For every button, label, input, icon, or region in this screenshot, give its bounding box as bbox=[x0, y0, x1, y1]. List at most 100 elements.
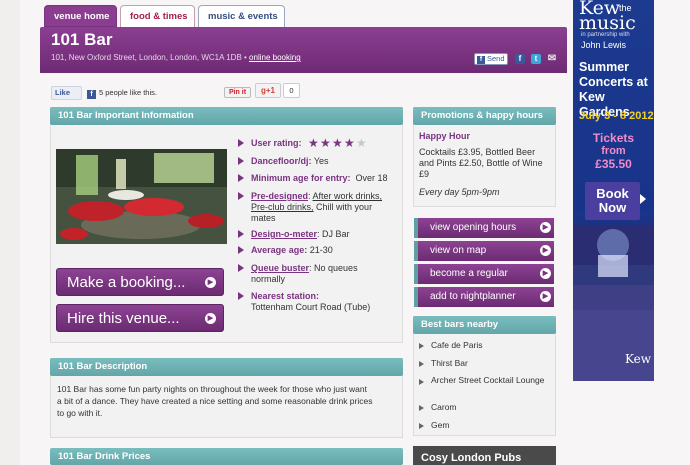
online-booking-link[interactable]: online booking bbox=[249, 53, 301, 62]
ad-line: Summer bbox=[579, 60, 630, 74]
queue-buster-tail: normally bbox=[251, 274, 286, 284]
ad-line: Concerts at bbox=[579, 75, 648, 89]
star-icon: ★ bbox=[344, 136, 355, 150]
address-text: 101, New Oxford Street, London, London, … bbox=[51, 53, 247, 62]
dancefloor-label: Dancefloor/dj: bbox=[251, 156, 312, 166]
hire-venue-label: Hire this venue... bbox=[67, 310, 180, 327]
facebook-share-icon[interactable]: f bbox=[515, 54, 525, 64]
gplus-label: +1 bbox=[265, 86, 275, 95]
promo-note: Every day 5pm-9pm bbox=[419, 187, 500, 197]
ad-partner: in partnership with bbox=[581, 32, 630, 38]
description-heading: 101 Bar Description bbox=[50, 358, 403, 376]
bullet-arrow-icon bbox=[238, 246, 244, 254]
design-o-meter-link[interactable]: Design-o-meter bbox=[251, 229, 317, 239]
venue-photo-graphic bbox=[56, 149, 227, 244]
left-rail bbox=[0, 0, 20, 465]
ad-brand-music: music bbox=[579, 12, 636, 34]
facebook-icon: f bbox=[477, 56, 485, 64]
info-heading: 101 Bar Important Information bbox=[50, 107, 403, 125]
tab-food-times[interactable]: food & times bbox=[120, 5, 195, 27]
promo-line: Cocktails £3.95, Bottled Beer bbox=[419, 147, 536, 157]
nightplanner-label: add to nightplanner bbox=[430, 291, 516, 302]
bullet-arrow-icon bbox=[238, 174, 244, 182]
dancefloor-value: Yes bbox=[313, 156, 329, 166]
bullet-arrow-icon bbox=[238, 192, 244, 200]
ad-now-label: Now bbox=[598, 200, 627, 215]
add-to-nightplanner-button[interactable]: add to nightplanner bbox=[414, 287, 554, 307]
cosy-pubs-banner[interactable]: Cosy London Pubs bbox=[413, 446, 556, 465]
description-line: a bit of a dance. They have created a ni… bbox=[57, 396, 373, 406]
design-o-meter-value: DJ Bar bbox=[322, 229, 350, 239]
make-booking-label: Make a booking... bbox=[67, 274, 186, 291]
nearby-item[interactable]: Archer Street Cocktail Lounge bbox=[431, 375, 546, 386]
email-share-icon[interactable]: ✉ bbox=[547, 54, 557, 64]
become-regular-button[interactable]: become a regular bbox=[414, 264, 554, 284]
cosy-pubs-label: Cosy London Pubs bbox=[421, 452, 522, 464]
average-age-value: 21-30 bbox=[309, 245, 333, 255]
pre-designed-row-3: mates bbox=[251, 212, 276, 224]
design-o-meter-row: Design-o-meter: DJ Bar bbox=[251, 229, 350, 239]
promo-line: and Pints £2.50, Bottle of Wine bbox=[419, 158, 543, 168]
dancefloor-row: Dancefloor/dj: Yes bbox=[251, 155, 329, 167]
ad-book-now-button[interactable]: Book Now bbox=[585, 182, 640, 220]
nearby-item[interactable]: Cafe de Paris bbox=[431, 340, 483, 351]
facebook-like-button[interactable]: Like bbox=[51, 86, 82, 100]
station-label: Nearest station: bbox=[251, 291, 320, 301]
view-opening-hours-button[interactable]: view opening hours bbox=[414, 218, 554, 238]
chill-text: Chill with your bbox=[316, 202, 373, 212]
after-work-drinks-link[interactable]: After work drinks, bbox=[313, 191, 383, 201]
star-icon: ★ bbox=[332, 136, 343, 150]
like-label: Like bbox=[55, 88, 71, 97]
view-on-map-button[interactable]: view on map bbox=[414, 241, 554, 261]
pre-designed-link[interactable]: Pre-designed bbox=[251, 191, 308, 201]
min-age-row: Minimum age for entry: Over 18 bbox=[251, 172, 388, 184]
like-count-text: 5 people like this. bbox=[99, 88, 157, 97]
advert-banner[interactable]: Kew the music in partnership with John L… bbox=[573, 0, 654, 381]
average-age-row: Average age: 21-30 bbox=[251, 244, 333, 256]
nearby-item[interactable]: Thirst Bar bbox=[431, 358, 468, 369]
tab-venue-home[interactable]: venue home bbox=[44, 5, 117, 27]
chevron-right-icon: ▶ bbox=[205, 313, 216, 324]
bullet-arrow-icon bbox=[419, 361, 427, 367]
bullet-arrow-icon bbox=[238, 230, 244, 238]
view-map-label: view on map bbox=[430, 245, 487, 256]
chevron-right-icon: ▶ bbox=[205, 277, 216, 288]
chevron-right-icon: ▶ bbox=[540, 291, 551, 302]
venue-title: 101 Bar bbox=[51, 30, 113, 49]
google-plus-count: 0 bbox=[283, 83, 300, 98]
pre-club-drinks-link[interactable]: Pre-club drinks, bbox=[251, 202, 314, 212]
hire-venue-button[interactable]: Hire this venue... bbox=[56, 304, 224, 332]
nearby-item[interactable]: Carom bbox=[431, 402, 457, 413]
facebook-send-button[interactable]: f Send bbox=[474, 53, 508, 65]
min-age-label: Minimum age for entry: bbox=[251, 173, 351, 183]
promotions-heading: Promotions & happy hours bbox=[413, 107, 556, 125]
tab-music-events[interactable]: music & events bbox=[198, 5, 285, 27]
star-icon: ★ bbox=[320, 136, 331, 150]
ad-book-label: Book bbox=[596, 186, 629, 201]
queue-buster-link[interactable]: Queue buster bbox=[251, 263, 309, 273]
venue-photo bbox=[56, 149, 227, 244]
user-rating-row: User rating: bbox=[251, 137, 302, 149]
description-line: to go with it. bbox=[57, 408, 103, 418]
average-age-label: Average age: bbox=[251, 245, 308, 255]
twitter-share-icon[interactable]: t bbox=[531, 54, 541, 64]
ad-chevron-icon bbox=[640, 194, 646, 204]
google-plus-button[interactable]: g+1 bbox=[255, 83, 281, 98]
facebook-small-icon: f bbox=[87, 90, 96, 99]
bullet-arrow-icon bbox=[238, 292, 244, 300]
venue-header bbox=[40, 27, 567, 73]
nearby-item[interactable]: Gem bbox=[431, 420, 449, 431]
bullet-arrow-icon bbox=[419, 423, 427, 429]
chevron-right-icon: ▶ bbox=[540, 222, 551, 233]
queue-buster-value: No queues bbox=[314, 263, 358, 273]
station-value-row: Tottenham Court Road (Tube) bbox=[251, 301, 370, 313]
bullet-arrow-icon bbox=[238, 264, 244, 272]
promo-line: £9 bbox=[419, 169, 430, 179]
opening-hours-label: view opening hours bbox=[430, 222, 517, 233]
station-value: Tottenham Court Road (Tube) bbox=[251, 302, 371, 312]
bullet-arrow-icon bbox=[419, 343, 427, 349]
pinterest-button[interactable]: Pin it bbox=[224, 87, 251, 98]
make-booking-button[interactable]: Make a booking... bbox=[56, 268, 224, 296]
ad-partner-name: John Lewis bbox=[581, 40, 627, 50]
nearby-heading: Best bars nearby bbox=[413, 316, 556, 334]
